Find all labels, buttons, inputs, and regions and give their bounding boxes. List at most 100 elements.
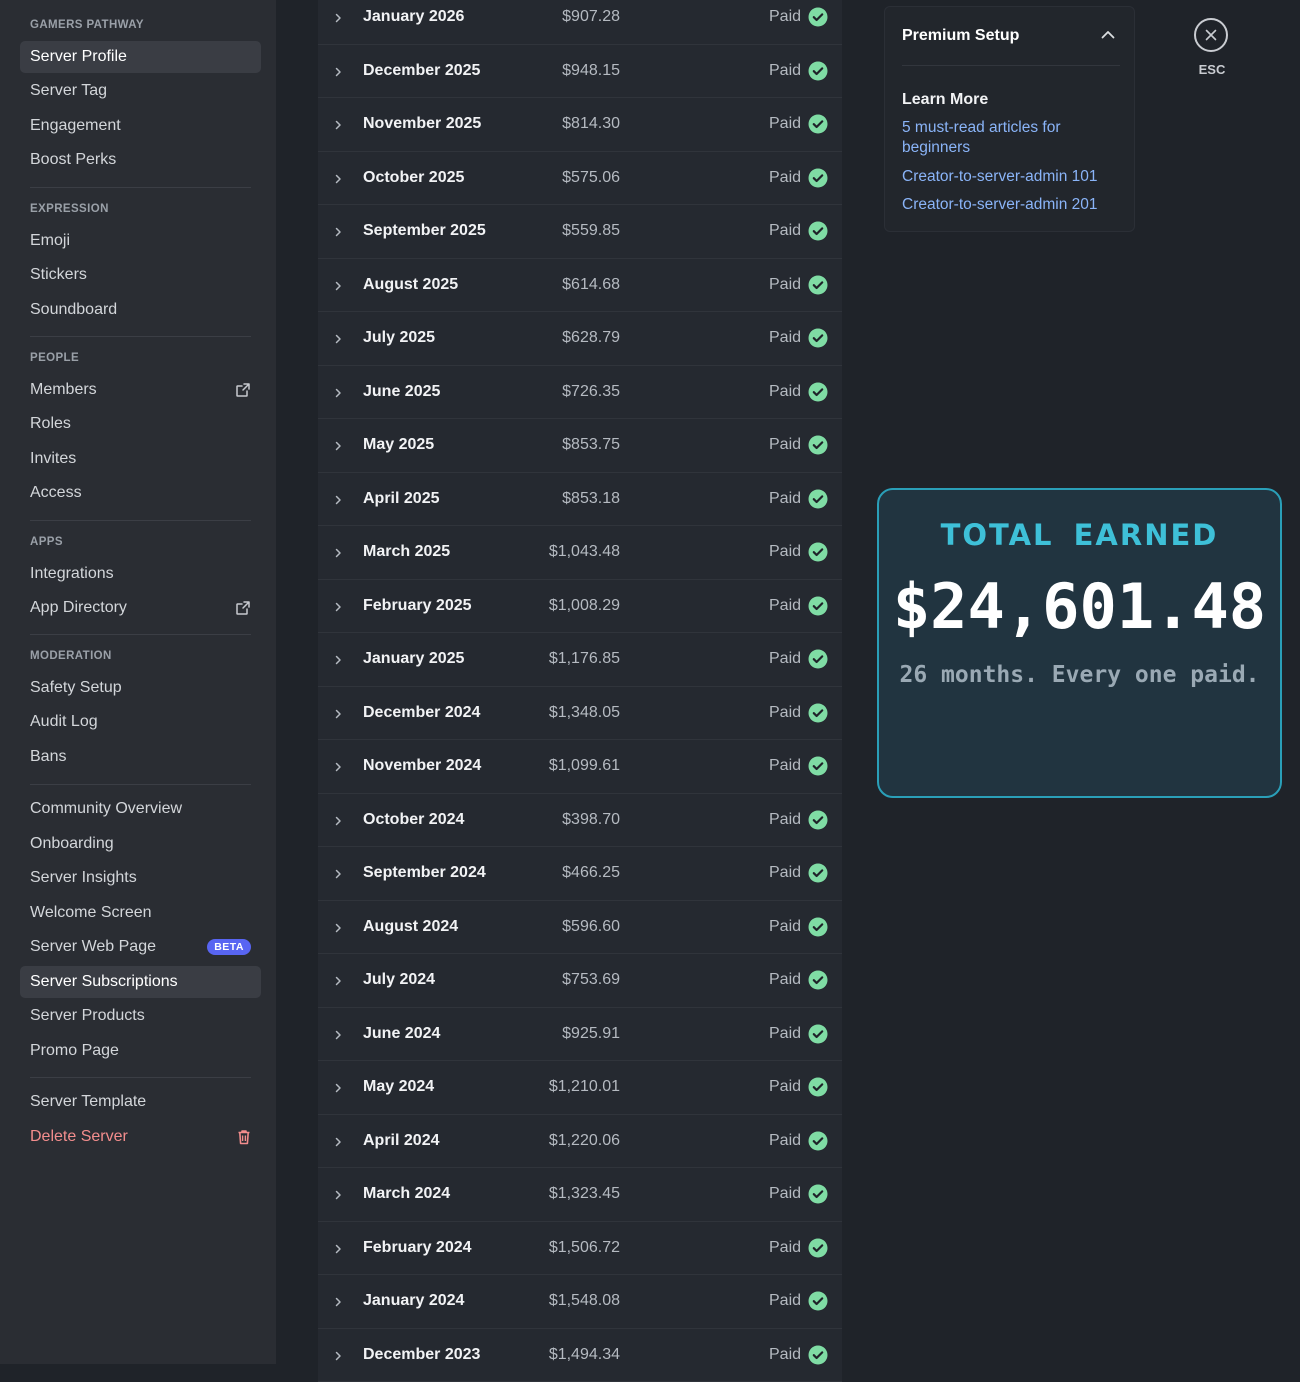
table-row[interactable]: July 2025$628.79Paid <box>318 312 842 366</box>
sidebar-item-server-insights[interactable]: Server Insights <box>20 862 261 894</box>
sidebar-item-members[interactable]: Members <box>20 374 261 406</box>
chevron-right-icon[interactable] <box>332 974 344 986</box>
table-row[interactable]: January 2026$907.28Paid <box>318 0 842 45</box>
sidebar-item-server-template[interactable]: Server Template <box>20 1086 261 1118</box>
chevron-right-icon[interactable] <box>332 118 344 130</box>
sidebar-item-invites[interactable]: Invites <box>20 443 261 475</box>
article-link-beginners[interactable]: 5 must-read articles for beginners <box>902 118 1122 158</box>
check-circle-icon <box>808 435 828 455</box>
payout-month: February 2025 <box>363 597 472 615</box>
chevron-right-icon[interactable] <box>332 760 344 772</box>
payout-amount: $814.30 <box>562 115 620 133</box>
chevron-right-icon[interactable] <box>332 493 344 505</box>
table-row[interactable]: September 2024$466.25Paid <box>318 847 842 901</box>
sidebar-item-server-tag[interactable]: Server Tag <box>20 75 261 107</box>
chevron-right-icon[interactable] <box>332 653 344 665</box>
check-circle-icon <box>808 917 828 937</box>
table-row[interactable]: February 2024$1,506.72Paid <box>318 1222 842 1276</box>
sidebar-item-welcome-screen[interactable]: Welcome Screen <box>20 897 261 929</box>
sidebar-item-label: Roles <box>30 415 71 433</box>
sidebar-item-bans[interactable]: Bans <box>20 741 261 773</box>
chevron-up-icon[interactable] <box>1100 27 1116 43</box>
table-row[interactable]: August 2024$596.60Paid <box>318 901 842 955</box>
check-circle-icon <box>808 1345 828 1365</box>
table-row[interactable]: June 2025$726.35Paid <box>318 366 842 420</box>
close-button[interactable] <box>1194 18 1228 52</box>
table-row[interactable]: May 2024$1,210.01Paid <box>318 1061 842 1115</box>
sidebar-item-soundboard[interactable]: Soundboard <box>20 294 261 326</box>
sidebar-item-app-directory[interactable]: App Directory <box>20 592 261 624</box>
chevron-right-icon[interactable] <box>332 546 344 558</box>
sidebar-item-server-profile[interactable]: Server Profile <box>20 41 261 73</box>
table-row[interactable]: April 2024$1,220.06Paid <box>318 1115 842 1169</box>
chevron-right-icon[interactable] <box>332 65 344 77</box>
chevron-right-icon[interactable] <box>332 279 344 291</box>
table-row[interactable]: April 2025$853.18Paid <box>318 473 842 527</box>
chevron-right-icon[interactable] <box>332 386 344 398</box>
sidebar-item-boost-perks[interactable]: Boost Perks <box>20 144 261 176</box>
chevron-right-icon[interactable] <box>332 1295 344 1307</box>
payout-amount: $1,220.06 <box>549 1132 620 1150</box>
table-row[interactable]: December 2023$1,494.34Paid <box>318 1329 842 1382</box>
chevron-right-icon[interactable] <box>332 707 344 719</box>
chevron-right-icon[interactable] <box>332 1242 344 1254</box>
sidebar-item-stickers[interactable]: Stickers <box>20 259 261 291</box>
table-row[interactable]: August 2025$614.68Paid <box>318 259 842 313</box>
sidebar-item-label: Server Profile <box>30 48 127 66</box>
sidebar-item-server-products[interactable]: Server Products <box>20 1000 261 1032</box>
chevron-right-icon[interactable] <box>332 814 344 826</box>
chevron-right-icon[interactable] <box>332 1081 344 1093</box>
table-row[interactable]: September 2025$559.85Paid <box>318 205 842 259</box>
chevron-right-icon[interactable] <box>332 332 344 344</box>
payout-month: June 2024 <box>363 1025 440 1043</box>
sidebar-item-emoji[interactable]: Emoji <box>20 225 261 257</box>
sidebar-item-integrations[interactable]: Integrations <box>20 558 261 590</box>
sidebar-item-server-subscriptions[interactable]: Server Subscriptions <box>20 966 261 998</box>
check-circle-icon <box>808 649 828 669</box>
sidebar-item-engagement[interactable]: Engagement <box>20 110 261 142</box>
table-row[interactable]: May 2025$853.75Paid <box>318 419 842 473</box>
sidebar-item-server-web-page[interactable]: Server Web Page BETA <box>20 931 261 963</box>
chevron-right-icon[interactable] <box>332 1349 344 1361</box>
chevron-right-icon[interactable] <box>332 1028 344 1040</box>
table-row[interactable]: January 2025$1,176.85Paid <box>318 633 842 687</box>
chevron-right-icon[interactable] <box>332 225 344 237</box>
table-row[interactable]: January 2024$1,548.08Paid <box>318 1275 842 1329</box>
payout-month: September 2024 <box>363 864 486 882</box>
chevron-right-icon[interactable] <box>332 600 344 612</box>
chevron-right-icon[interactable] <box>332 1188 344 1200</box>
table-row[interactable]: November 2025$814.30Paid <box>318 98 842 152</box>
sidebar-item-delete-server[interactable]: Delete Server <box>20 1121 261 1153</box>
sidebar-item-onboarding[interactable]: Onboarding <box>20 828 261 860</box>
sidebar-item-access[interactable]: Access <box>20 477 261 509</box>
table-row[interactable]: June 2024$925.91Paid <box>318 1008 842 1062</box>
table-row[interactable]: November 2024$1,099.61Paid <box>318 740 842 794</box>
sidebar-item-audit-log[interactable]: Audit Log <box>20 706 261 738</box>
chevron-right-icon[interactable] <box>332 921 344 933</box>
payout-amount: $853.18 <box>562 490 620 508</box>
sidebar-item-safety-setup[interactable]: Safety Setup <box>20 672 261 704</box>
table-row[interactable]: October 2024$398.70Paid <box>318 794 842 848</box>
sidebar-item-promo-page[interactable]: Promo Page <box>20 1035 261 1067</box>
sidebar-item-label: Welcome Screen <box>30 904 152 922</box>
chevron-right-icon[interactable] <box>332 439 344 451</box>
chevron-right-icon[interactable] <box>332 11 344 23</box>
table-row[interactable]: October 2025$575.06Paid <box>318 152 842 206</box>
article-link-admin-101[interactable]: Creator-to-server-admin 101 <box>902 167 1122 187</box>
check-circle-icon <box>808 1024 828 1044</box>
total-earned-card: TOTAL EARNED $24,601.48 26 months. Every… <box>877 488 1282 798</box>
table-row[interactable]: July 2024$753.69Paid <box>318 954 842 1008</box>
chevron-right-icon[interactable] <box>332 172 344 184</box>
chevron-right-icon[interactable] <box>332 1135 344 1147</box>
table-row[interactable]: December 2025$948.15Paid <box>318 45 842 99</box>
sidebar-item-roles[interactable]: Roles <box>20 408 261 440</box>
table-row[interactable]: February 2025$1,008.29Paid <box>318 580 842 634</box>
payout-status: Paid <box>769 704 801 722</box>
sidebar-item-community-overview[interactable]: Community Overview <box>20 793 261 825</box>
payout-status: Paid <box>769 169 801 187</box>
chevron-right-icon[interactable] <box>332 867 344 879</box>
table-row[interactable]: March 2025$1,043.48Paid <box>318 526 842 580</box>
article-link-admin-201[interactable]: Creator-to-server-admin 201 <box>902 195 1122 215</box>
table-row[interactable]: December 2024$1,348.05Paid <box>318 687 842 741</box>
table-row[interactable]: March 2024$1,323.45Paid <box>318 1168 842 1222</box>
